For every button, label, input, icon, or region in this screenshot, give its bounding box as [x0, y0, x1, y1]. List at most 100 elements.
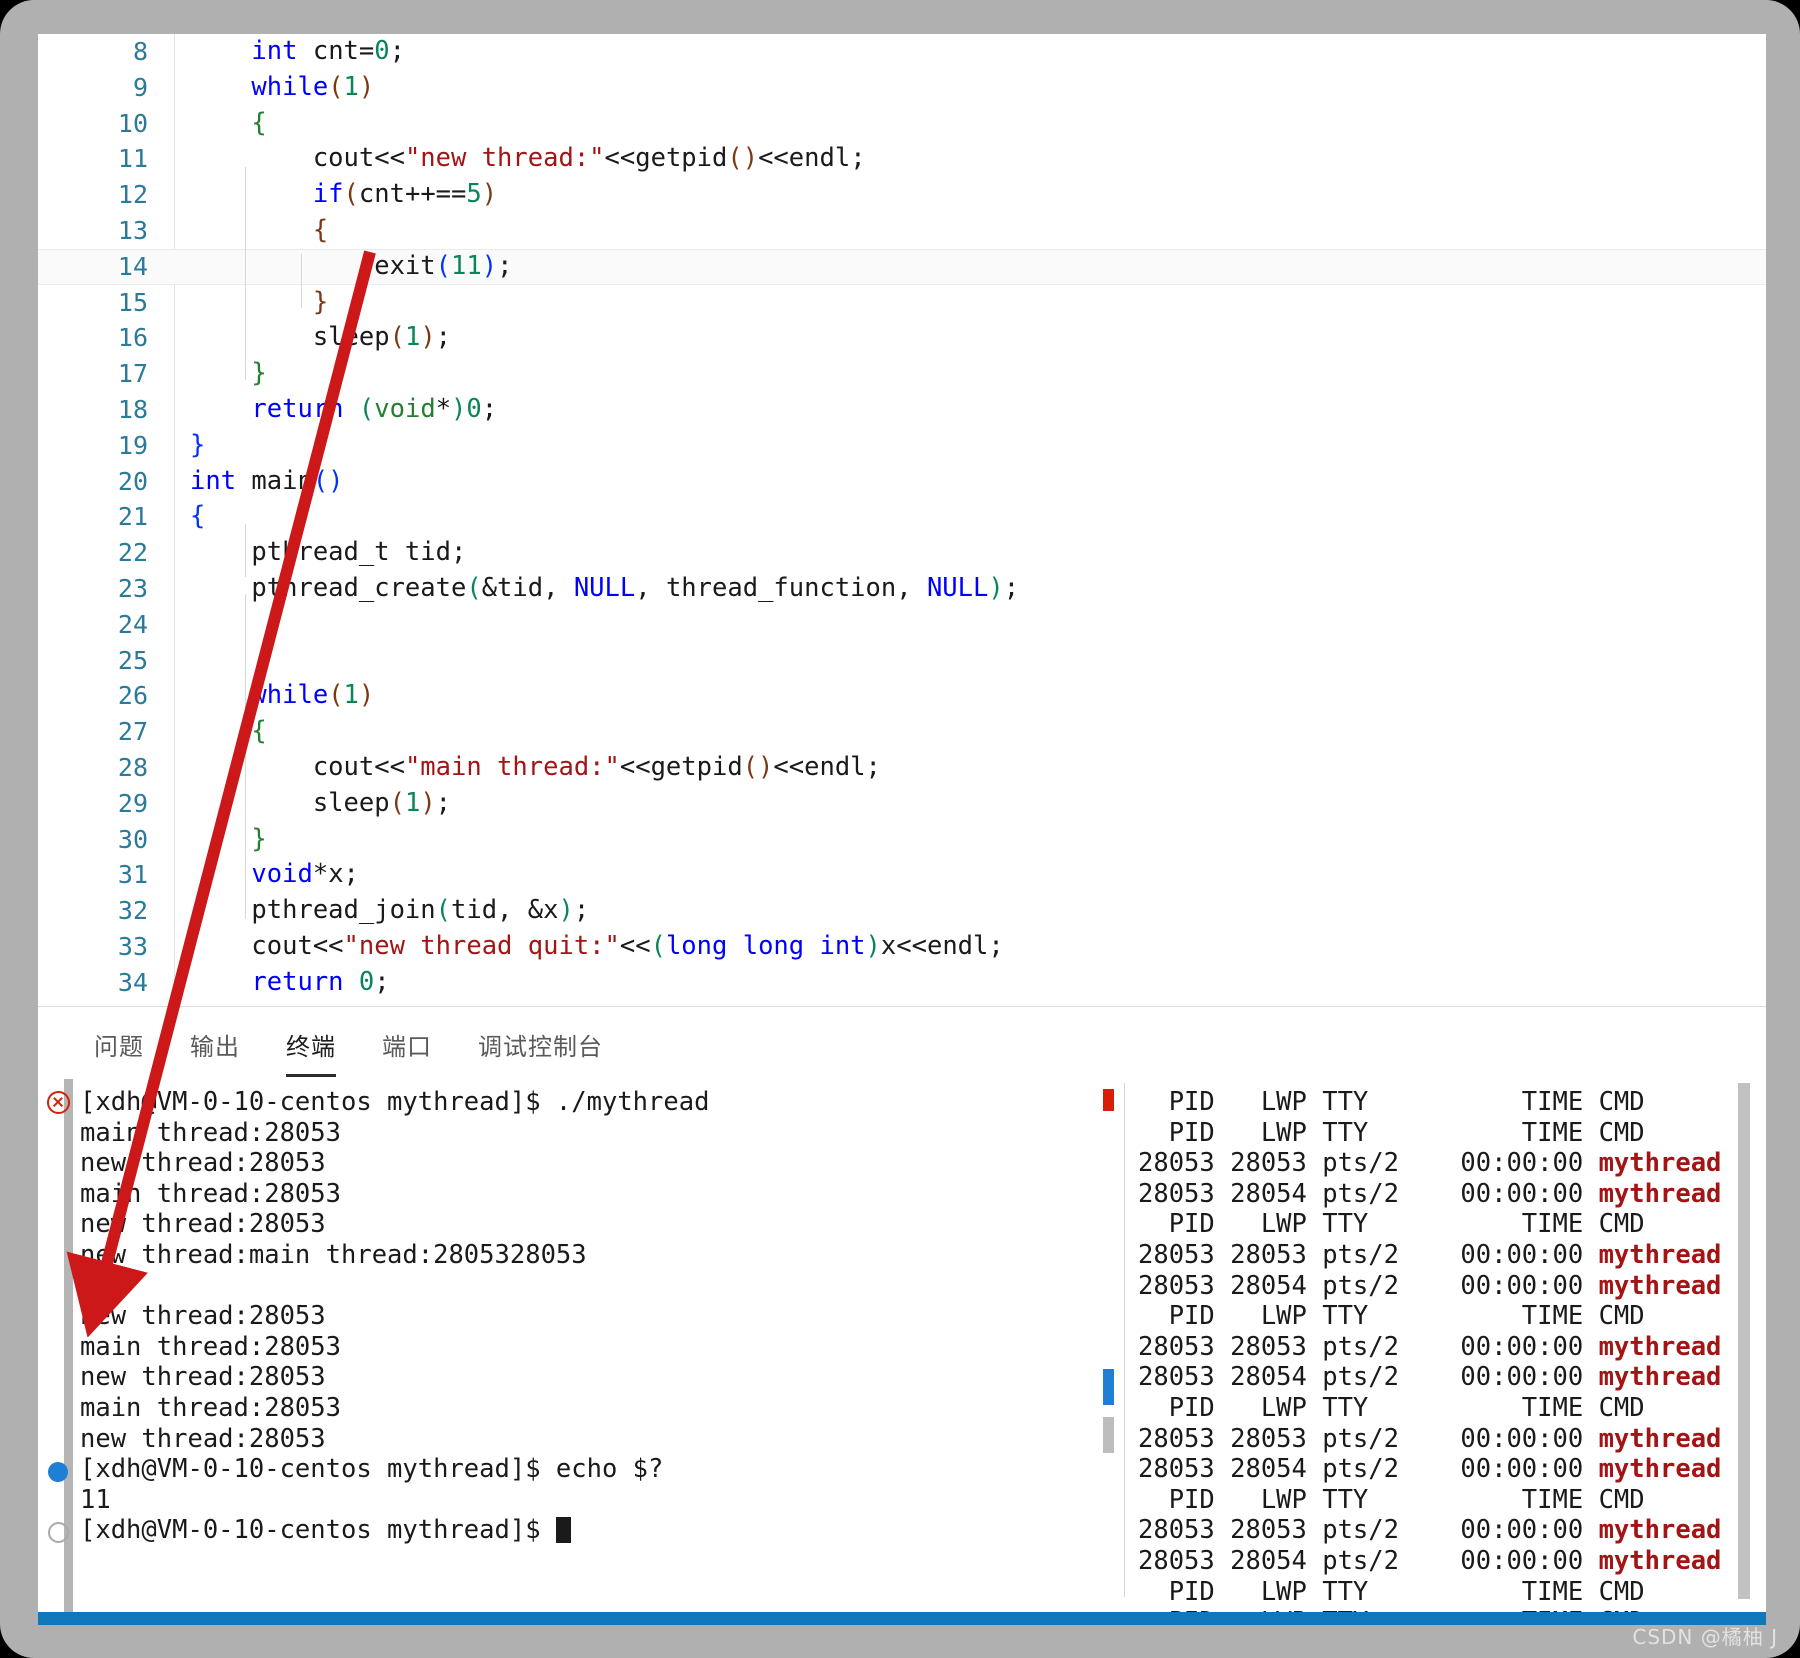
code-line[interactable]: 21 {	[38, 499, 1766, 535]
code-line[interactable]: 30 }	[38, 822, 1766, 858]
code-text: }	[312, 286, 329, 317]
line-number: 24	[117, 609, 148, 639]
terminal-cursor	[555, 1517, 571, 1544]
code-text: pthread_create(&tid, NULL, thread_functi…	[190, 572, 1020, 603]
indent-guide	[245, 524, 246, 577]
panel-tab-2[interactable]: 终端	[286, 1027, 336, 1077]
terminal-line-text: main thread:28053	[80, 1117, 341, 1148]
code-editor[interactable]: 8 int cnt=0; 9 while(1) 10 {11 cout<<"new …	[38, 34, 1766, 1006]
terminal-output-right: PID LWP TTY TIME CMD PID LWP TTY TIME CM…	[1138, 1087, 1721, 1612]
code-line[interactable]: 9 while(1)	[38, 70, 1766, 106]
code-line[interactable]: 10 {	[38, 106, 1766, 142]
terminal-scrollbar[interactable]	[1738, 1083, 1750, 1599]
code-line[interactable]: 17 }	[38, 356, 1766, 392]
code-line[interactable]: 28 cout<<"main thread:"<<getpid()<<endl;	[38, 750, 1766, 786]
ps-output-command: mythread	[1598, 1454, 1722, 1485]
terminal-line: new thread:28053	[80, 1148, 1060, 1179]
terminal-line-text: main thread:28053	[80, 1392, 341, 1423]
code-line[interactable]: 18 return (void*)0;	[38, 392, 1766, 428]
ps-output-fields: 28053 28054 pts/2 00:00:00	[1138, 1270, 1599, 1301]
code-text: cout<<"main thread:"<<getpid()<<endl;	[190, 751, 881, 782]
code-line[interactable]: 16 sleep(1);	[38, 320, 1766, 356]
terminal-line-text: new thread:main thread:2805328053	[80, 1239, 587, 1270]
code-text: {	[251, 716, 267, 747]
ps-output-fields: 28053 28053 pts/2 00:00:00	[1138, 1423, 1599, 1454]
code-line[interactable]: 13 {	[38, 213, 1766, 249]
code-text: int cnt=0;	[251, 36, 405, 66]
line-number: 8	[132, 37, 148, 66]
code-line[interactable]: 20 int main()	[38, 464, 1766, 500]
code-line[interactable]: 31 void*x;	[38, 857, 1766, 893]
line-number: 29	[117, 788, 148, 818]
terminal-line: [xdh@VM-0-10-centos mythread]$ ./mythrea…	[46, 1087, 1060, 1118]
panel-tab-3[interactable]: 端口	[382, 1027, 432, 1074]
ps-output-fields: PID LWP TTY TIME CMD	[1138, 1209, 1645, 1240]
code-line[interactable]: 8 int cnt=0;	[38, 34, 1766, 70]
code-line[interactable]: 32 pthread_join(tid, &x);	[38, 893, 1766, 929]
ps-output-line: PID LWP TTY TIME CMD	[1138, 1485, 1698, 1516]
code-text: sleep(1);	[190, 322, 452, 353]
panel-tab-0[interactable]: 问题	[94, 1027, 144, 1074]
panel-tab-4[interactable]: 调试控制台	[478, 1027, 603, 1074]
ps-output-fields: PID LWP TTY TIME CMD	[1138, 1117, 1645, 1148]
code-line[interactable]: 29 sleep(1);	[38, 786, 1766, 822]
code-line[interactable]: 12 if(cnt++==5)	[38, 177, 1766, 213]
ps-output-fields: PID LWP TTY TIME CMD	[1138, 1484, 1645, 1515]
ps-output-command: mythread	[1598, 1362, 1722, 1393]
terminal-line: new thread:28053	[80, 1301, 1060, 1332]
terminal-line-text: new thread:28053	[80, 1423, 326, 1454]
ps-output-command: mythread	[1598, 1331, 1722, 1362]
ps-output-line: 28053 28053 pts/2 00:00:00 mythread	[1138, 1148, 1721, 1179]
terminal-view[interactable]: [xdh@VM-0-10-centos mythread]$ ./mythrea…	[38, 1079, 1766, 1612]
code-text: return 0;	[251, 966, 390, 997]
code-text: }	[251, 358, 267, 389]
code-text: if(cnt++==5)	[312, 179, 498, 210]
line-number: 28	[117, 752, 148, 782]
code-line[interactable]: 14 exit(11);	[38, 248, 1766, 285]
overview-ruler-gray-mark	[1103, 1417, 1114, 1453]
panel-tabbar: 问题 输出 终端 端口 调试控制台	[38, 1007, 1766, 1079]
code-line[interactable]: 11 cout<<"new thread:"<<getpid()<<endl;	[38, 141, 1766, 177]
terminal-line-text: 11	[80, 1484, 111, 1515]
code-line[interactable]: 25	[38, 643, 1766, 679]
code-line[interactable]: 22 pthread_t tid;	[38, 535, 1766, 571]
line-number: 30	[117, 824, 148, 854]
ps-output-line: 28053 28054 pts/2 00:00:00 mythread	[1138, 1179, 1721, 1210]
line-number: 33	[117, 931, 148, 961]
ps-output-line: PID LWP TTY TIME CMD	[1138, 1577, 1698, 1608]
terminal-line: new thread:28053	[80, 1424, 1060, 1455]
terminal-line-text: [xdh@VM-0-10-centos mythread]$	[80, 1515, 556, 1546]
code-text: {	[251, 107, 267, 138]
ps-output-line: PID LWP TTY TIME CMD	[1138, 1393, 1698, 1424]
terminal-line-text: [xdh@VM-0-10-centos mythread]$ echo $?	[80, 1454, 664, 1485]
status-bar	[38, 1612, 1766, 1625]
panel-tab-1[interactable]: 输出	[190, 1027, 240, 1074]
line-number: 16	[117, 323, 148, 353]
line-number: 32	[117, 896, 148, 926]
code-line[interactable]: 19}	[38, 428, 1766, 464]
code-line[interactable]: 26 while(1)	[38, 678, 1766, 714]
terminal-line: main thread:28053	[80, 1332, 1060, 1363]
code-line[interactable]: 15 }	[38, 285, 1766, 321]
ps-output-line: 28053 28053 pts/2 00:00:00 mythread	[1138, 1515, 1721, 1546]
code-line[interactable]: 34 return 0;	[38, 965, 1766, 1001]
terminal-line-text: main thread:28053	[80, 1331, 341, 1362]
code-line[interactable]: 33 cout<<"new thread quit:"<<(long long …	[38, 929, 1766, 965]
ps-output-fields: 28053 28054 pts/2 00:00:00	[1138, 1545, 1599, 1576]
code-line[interactable]: 24	[38, 607, 1766, 643]
code-line[interactable]: 23 pthread_create(&tid, NULL, thread_fun…	[38, 571, 1766, 607]
ps-output-line: PID LWP TTY TIME CMD	[1138, 1087, 1698, 1118]
indent-guide	[301, 254, 302, 308]
ps-output-command: mythread	[1598, 1148, 1722, 1179]
terminal-line: new thread:28053	[80, 1362, 1060, 1393]
line-number: 12	[117, 180, 148, 210]
code-text: {	[312, 214, 329, 245]
terminal-line: main thread:28053	[80, 1393, 1060, 1424]
code-text: pthread_join(tid, &x);	[190, 895, 590, 926]
code-text: sleep(1);	[190, 787, 452, 818]
ps-output-line: PID LWP TTY TIME CMD	[1138, 1209, 1698, 1240]
code-line[interactable]: 27 {	[38, 714, 1766, 750]
code-text: return (void*)0;	[251, 393, 498, 424]
ps-output-command: mythread	[1598, 1178, 1722, 1209]
